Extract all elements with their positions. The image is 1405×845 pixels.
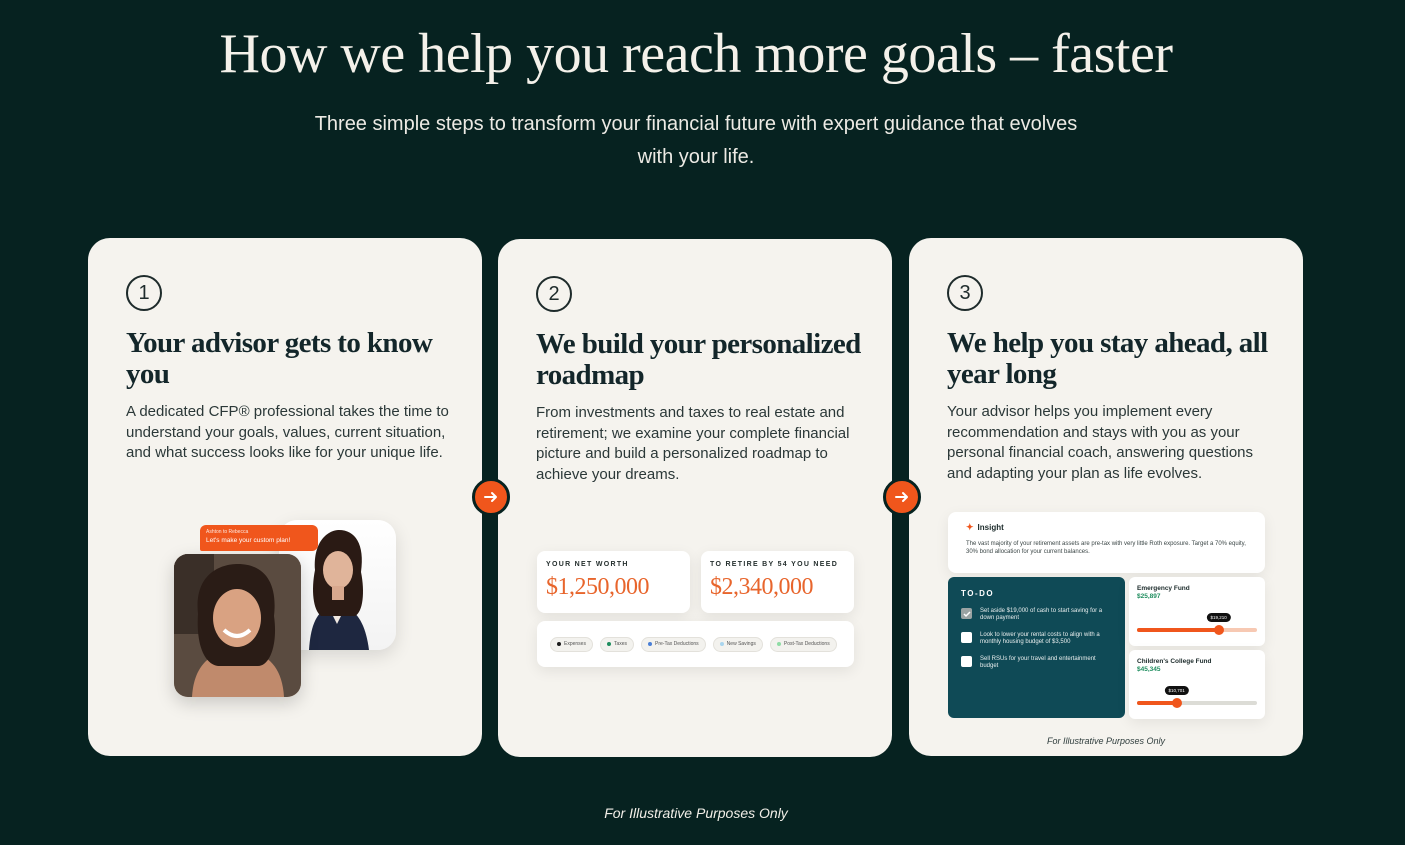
- net-worth-label: YOUR NET WORTH: [546, 561, 629, 568]
- legend-item: Expenses: [550, 636, 593, 652]
- fund-slider[interactable]: $10,701: [1137, 686, 1257, 708]
- retirement-need-card: TO RETIRE BY 54 YOU NEED $2,340,000: [701, 551, 854, 613]
- page-title: How we help you reach more goals – faste…: [219, 23, 1173, 85]
- client-portrait-icon: [174, 554, 301, 697]
- step-description: Your advisor helps you implement every r…: [947, 403, 1254, 482]
- fund-card-emergency: Emergency Fund $25,897 $19,210: [1129, 577, 1265, 646]
- page-subtitle: Three simple steps to transform your fin…: [314, 113, 1078, 168]
- legend-item: Taxes: [599, 636, 635, 652]
- legend-item: New Savings: [712, 636, 763, 652]
- cashflow-legend: Expenses Taxes Pre-Tax Deductions New Sa…: [537, 621, 854, 667]
- todo-title: TO-DO: [961, 589, 995, 598]
- chat-bubble: Ashton to Rebecca Let's make your custom…: [200, 525, 318, 551]
- net-worth-card: YOUR NET WORTH $1,250,000: [537, 551, 690, 613]
- todo-text: Look to lower your rental costs to align…: [980, 632, 1100, 645]
- fund-name: Emergency Fund: [1137, 585, 1190, 592]
- fund-slider[interactable]: $19,210: [1137, 613, 1257, 635]
- fund-name: Children's College Fund: [1137, 658, 1212, 665]
- sparkle-icon: ✦: [966, 522, 974, 532]
- chat-message: Let's make your custom plan!: [206, 537, 291, 544]
- legend-label: New Savings: [726, 641, 756, 647]
- slider-tooltip: $10,701: [1164, 686, 1189, 695]
- card-footnote: For Illustrative Purposes Only: [1046, 736, 1166, 746]
- step-card-1: 1 Your advisor gets to know you A dedica…: [88, 238, 482, 756]
- step-number: 2: [536, 276, 572, 312]
- arrow-right-icon: [484, 492, 497, 502]
- legend-dot: [719, 642, 724, 646]
- page-footnote: For Illustrative Purposes Only: [604, 805, 788, 821]
- todo-text: Set aside $19,000 of cash to start savin…: [980, 608, 1103, 621]
- fund-card-college: Children's College Fund $45,345 $10,701: [1129, 650, 1265, 719]
- todo-item[interactable]: Sell RSUs for your travel and entertainm…: [961, 656, 1112, 670]
- net-worth-value: $1,250,000: [546, 574, 650, 600]
- legend-dot: [606, 642, 611, 646]
- slider-handle[interactable]: [1171, 698, 1182, 708]
- arrow-right-icon: [895, 492, 908, 502]
- todo-item[interactable]: Look to lower your rental costs to align…: [961, 632, 1112, 646]
- step-title: Your advisor gets to know you: [126, 327, 433, 390]
- step-description: From investments and taxes to real estat…: [536, 404, 850, 483]
- legend-dot: [776, 642, 781, 646]
- client-photo: [174, 554, 301, 697]
- legend-item: Pre-Tax Deductions: [641, 636, 706, 652]
- retirement-need-label: TO RETIRE BY 54 YOU NEED: [710, 561, 839, 568]
- checkbox-checked[interactable]: [961, 608, 972, 619]
- fund-value: $45,345: [1137, 666, 1161, 673]
- slider-handle[interactable]: [1213, 625, 1224, 635]
- chat-sender: Ashton to Rebecca: [206, 529, 249, 535]
- step-number: 3: [947, 275, 983, 311]
- slider-fill: [1137, 628, 1219, 632]
- legend-dot: [557, 642, 561, 646]
- legend-item: Post-Tax Deductions: [769, 636, 837, 652]
- slider-tooltip: $19,210: [1206, 613, 1231, 622]
- checkbox[interactable]: [961, 632, 972, 643]
- legend-label: Pre-Tax Deductions: [655, 641, 699, 647]
- step-title: We help you stay ahead, all year long: [947, 327, 1268, 390]
- todo-panel: TO-DO Set aside $19,000 of cash to start…: [948, 577, 1125, 718]
- todo-item[interactable]: Set aside $19,000 of cash to start savin…: [961, 608, 1112, 622]
- step-description: A dedicated CFP® professional takes the …: [126, 403, 449, 461]
- legend-label: Post-Tax Deductions: [783, 641, 830, 647]
- next-step-button-1[interactable]: [472, 478, 510, 516]
- check-icon: [962, 610, 971, 617]
- legend-label: Expenses: [564, 641, 586, 647]
- next-step-button-2[interactable]: [883, 478, 921, 516]
- step-card-3: 3 We help you stay ahead, all year long …: [909, 238, 1303, 756]
- insight-header: ✦ Insight: [966, 522, 1247, 533]
- step-card-2: 2 We build your personalized roadmap Fro…: [498, 239, 892, 757]
- checkbox[interactable]: [961, 656, 972, 667]
- fund-value: $25,897: [1137, 593, 1161, 600]
- insight-title: Insight: [977, 523, 1004, 532]
- legend-dot: [648, 642, 653, 646]
- step-title: We build your personalized roadmap: [536, 328, 861, 391]
- insight-text: The vast majority of your retirement ass…: [966, 541, 1246, 555]
- insight-card: ✦ Insight The vast majority of your reti…: [948, 512, 1265, 573]
- todo-text: Sell RSUs for your travel and entertainm…: [980, 656, 1096, 669]
- step-number: 1: [126, 275, 162, 311]
- legend-label: Taxes: [613, 641, 628, 647]
- retirement-need-value: $2,340,000: [710, 574, 814, 600]
